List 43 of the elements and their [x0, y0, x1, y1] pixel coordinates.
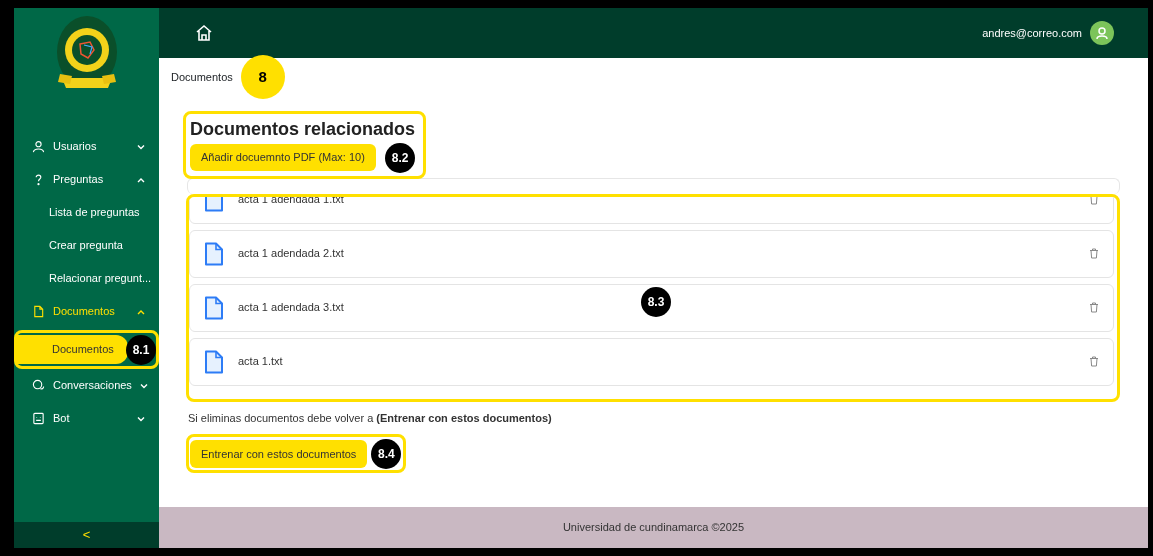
callout-badge: 8.3 — [641, 286, 671, 317]
sidebar-subitem[interactable]: Relacionar pregunt... — [14, 262, 159, 295]
collapse-button[interactable]: < — [14, 522, 159, 548]
sidebar-item[interactable]: Bot — [14, 402, 159, 435]
document-icon — [32, 305, 45, 318]
document-icon — [204, 295, 224, 320]
sidebar-subitem[interactable]: Lista de preguntas — [14, 196, 159, 229]
bot-icon — [32, 412, 45, 425]
chevron-icon — [137, 415, 145, 422]
add-pdf-button[interactable]: Añadir docuemnto PDF (Max: 10) — [190, 144, 376, 171]
chevron-icon — [139, 382, 148, 389]
file-name: acta 1.txt — [238, 354, 283, 370]
warning-text: Si eliminas documentos debe volver a (Entrenar con estos documentos) — [188, 410, 553, 426]
trash-icon[interactable] — [1089, 356, 1099, 368]
sidebar-subitem[interactable]: Crear pregunta — [14, 229, 159, 262]
page-heading: Documentos relacionados — [190, 119, 416, 141]
callout-badge: 8.1 — [126, 334, 156, 365]
callout-badge: 8.2 — [385, 142, 416, 173]
home-icon[interactable] — [195, 23, 213, 43]
trash-icon[interactable] — [1089, 302, 1099, 314]
sidebar-item[interactable]: Conversaciones — [14, 369, 159, 402]
user-email: andres@correo.com — [982, 25, 1082, 41]
sidebar-subitem[interactable]: Documentos — [17, 335, 128, 364]
chat-icon — [32, 379, 45, 392]
file-name: acta 1 adendada 3.txt — [238, 300, 344, 316]
trash-icon[interactable] — [1089, 248, 1099, 260]
chevron-icon — [137, 308, 145, 315]
footer-text: Universidad de cundinamarca ©2025 — [562, 520, 745, 536]
sidebar-item[interactable]: Preguntas — [14, 163, 159, 196]
train-button[interactable]: Entrenar con estos documentos — [190, 439, 368, 469]
sidebar-item[interactable]: Usuarios — [14, 130, 159, 163]
trash-icon[interactable] — [1089, 196, 1099, 206]
chevron-icon — [137, 143, 145, 150]
sidebar-item[interactable]: Documentos — [14, 295, 159, 328]
breadcrumb-link[interactable]: Documentos — [171, 68, 233, 86]
callout-badge: 8.4 — [371, 439, 402, 470]
callout-badge: 8 — [240, 55, 285, 99]
document-icon — [204, 349, 224, 374]
user-icon — [32, 140, 45, 153]
file-name: acta 1 adendada 2.txt — [238, 246, 344, 262]
document-icon — [204, 241, 224, 266]
chevron-icon — [137, 176, 145, 183]
avatar-icon[interactable] — [1090, 21, 1114, 45]
